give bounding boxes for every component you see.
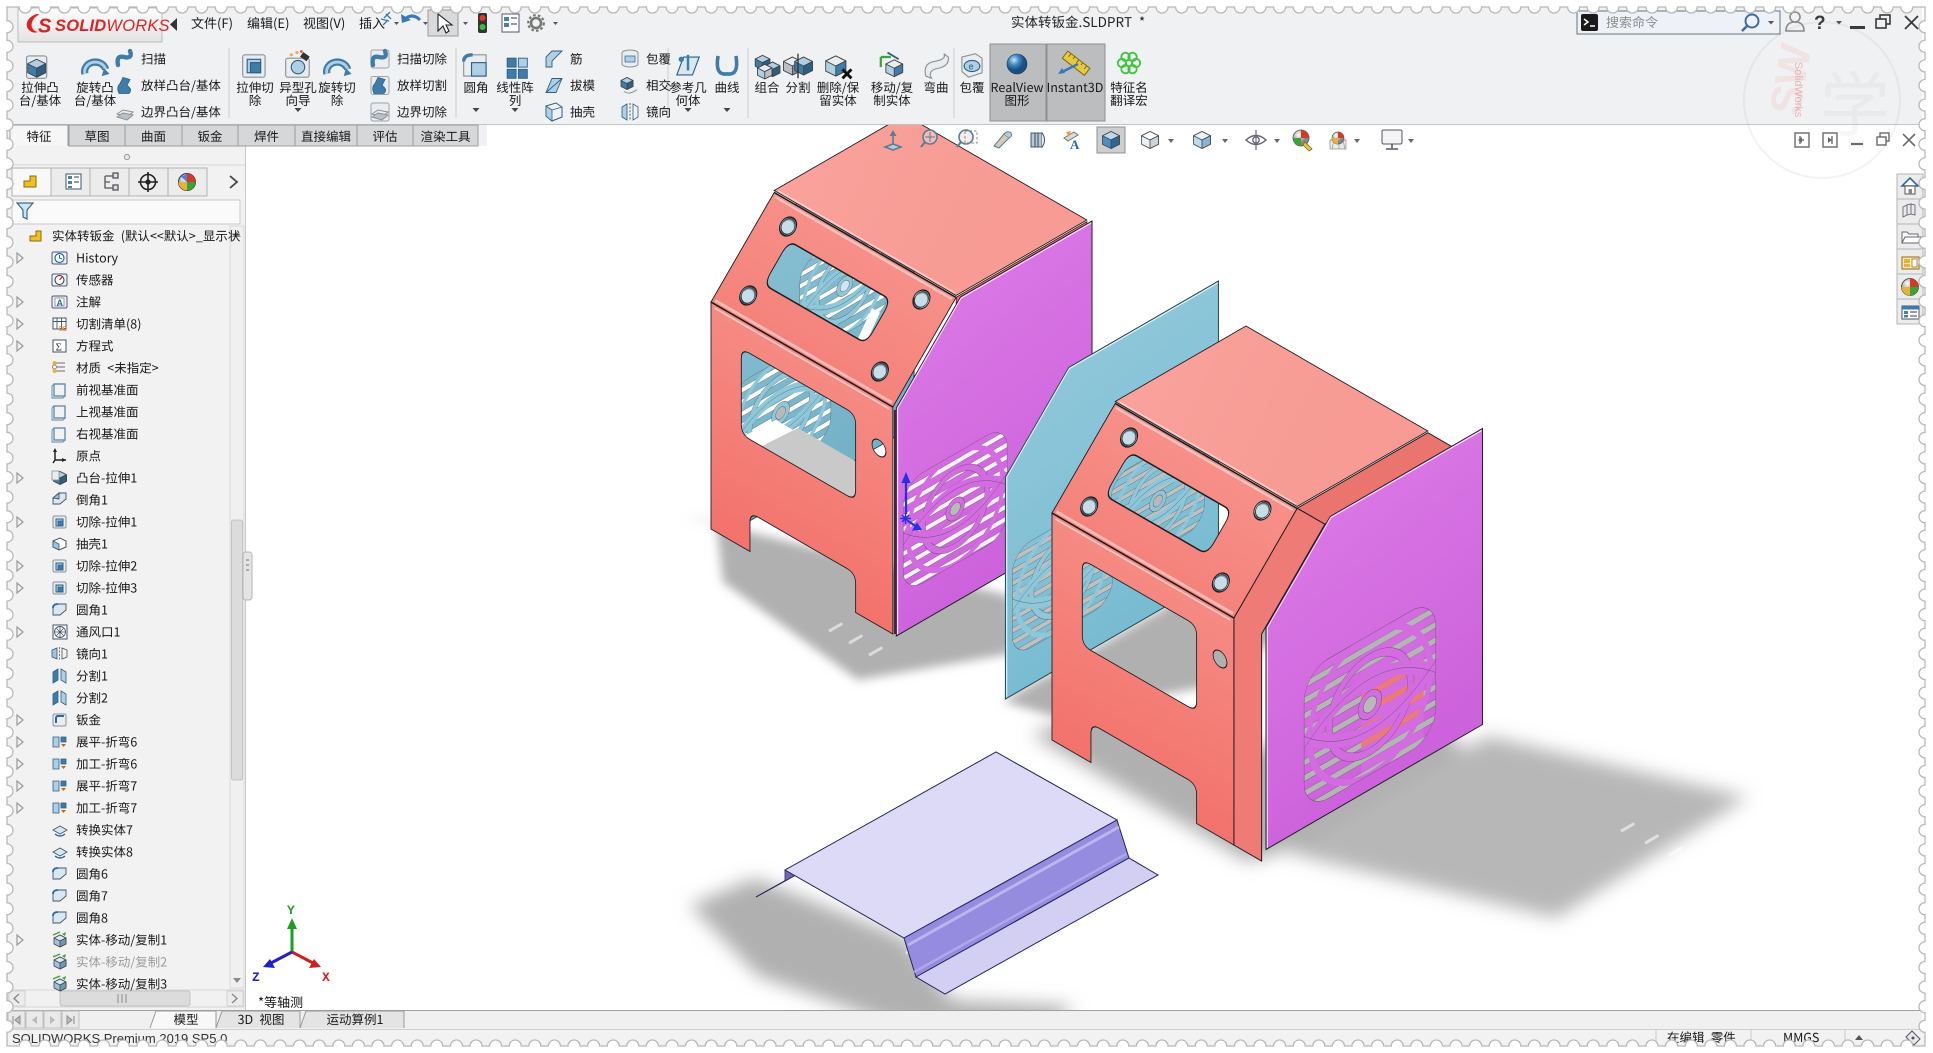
svg-text:Z: Z (252, 970, 260, 985)
svg-text:X: X (322, 970, 330, 985)
svg-text:Y: Y (287, 903, 295, 918)
